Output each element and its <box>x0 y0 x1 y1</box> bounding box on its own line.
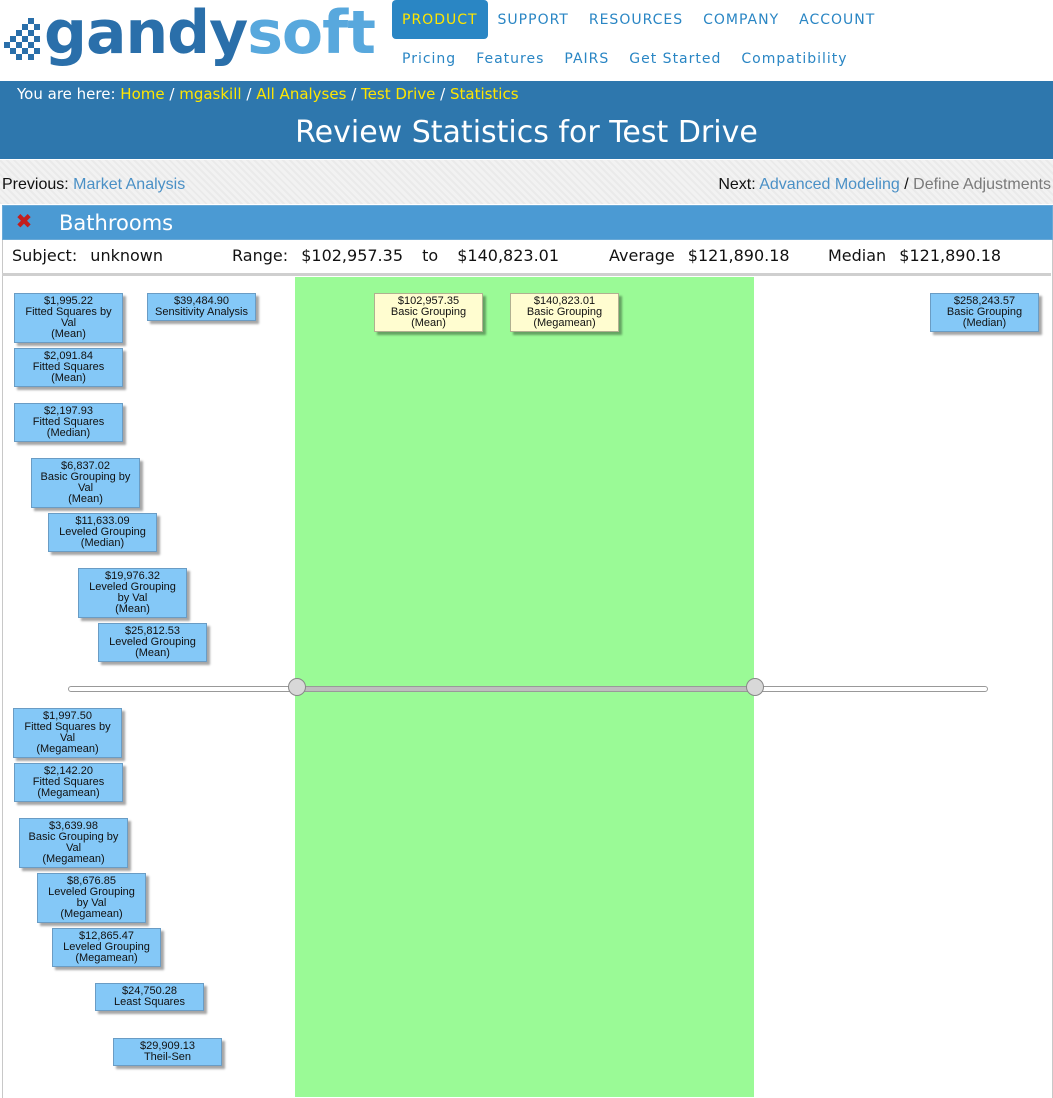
range-slider-low-handle[interactable] <box>288 678 306 696</box>
next-nav: Next: Advanced Modeling / Define Adjustm… <box>718 176 1051 193</box>
value-label[interactable]: $12,865.47 Leveled Grouping (Megamean) <box>52 928 161 967</box>
value-label[interactable]: $6,837.02 Basic Grouping by Val (Mean) <box>31 458 140 508</box>
subject-label: Subject: <box>12 246 78 265</box>
logo-grid-icon <box>4 18 40 60</box>
subnav-get-started[interactable]: Get Started <box>619 48 731 70</box>
value-label[interactable]: $1,995.22 Fitted Squares by Val (Mean) <box>14 293 123 343</box>
value-label[interactable]: $8,676.85 Leveled Grouping by Val (Megamea… <box>37 873 146 923</box>
subject-stat: Subject: unknown <box>12 246 163 265</box>
subnav-pricing[interactable]: Pricing <box>392 48 466 70</box>
nav-company[interactable]: COMPANY <box>693 0 789 39</box>
nav-account[interactable]: ACCOUNT <box>789 0 885 39</box>
nav-resources[interactable]: RESOURCES <box>579 0 693 39</box>
breadcrumb-statistics[interactable]: Statistics <box>450 85 519 103</box>
sub-nav: Pricing Features PAIRS Get Started Compa… <box>392 48 858 70</box>
value-label[interactable]: $29,909.13 Theil-Sen <box>113 1038 222 1066</box>
nav-support[interactable]: SUPPORT <box>488 0 579 39</box>
value-label[interactable]: $19,976.32 Leveled Grouping by Val (Mean) <box>78 568 187 618</box>
close-icon[interactable]: ✖ <box>15 211 33 231</box>
next-link[interactable]: Advanced Modeling <box>759 176 900 193</box>
breadcrumb-prefix: You are here: <box>17 85 116 103</box>
panel-header: ✖ Bathrooms <box>2 205 1053 240</box>
next-define-adjustments: Define Adjustments <box>913 176 1051 193</box>
value-label[interactable]: $2,197.93 Fitted Squares (Median) <box>14 403 123 442</box>
breadcrumb-all-analyses[interactable]: All Analyses <box>256 85 346 103</box>
breadcrumb-user[interactable]: mgaskill <box>179 85 241 103</box>
subject-value: unknown <box>90 246 163 265</box>
range-low: $102,957.35 <box>301 246 403 265</box>
range-label: Range: <box>232 246 289 265</box>
breadcrumb-test-drive[interactable]: Test Drive <box>361 85 435 103</box>
subnav-pairs[interactable]: PAIRS <box>554 48 619 70</box>
stats-row: Subject: unknown Range: $102,957.35 to $… <box>2 239 1051 276</box>
range-high: $140,823.01 <box>457 246 560 265</box>
gandysoft-logo[interactable]: gandysoft <box>0 0 380 66</box>
value-label[interactable]: $24,750.28 Least Squares <box>95 983 204 1011</box>
subnav-features[interactable]: Features <box>466 48 554 70</box>
nav-product[interactable]: PRODUCT <box>392 0 488 39</box>
previous-link[interactable]: Market Analysis <box>73 176 185 193</box>
previous-nav: Previous: Market Analysis <box>2 176 185 194</box>
value-label[interactable]: $140,823.01 Basic Grouping (Megamean) <box>510 293 619 332</box>
average-stat: Average $121,890.18 <box>609 246 790 265</box>
top-bar: gandysoft PRODUCT SUPPORT RESOURCES COMP… <box>0 0 1053 81</box>
breadcrumb: You are here: Home / mgaskill / All Anal… <box>17 85 519 103</box>
median-stat: Median $121,890.18 <box>828 246 1001 265</box>
range-slider-high-handle[interactable] <box>746 678 764 696</box>
next-label: Next: <box>718 176 756 193</box>
value-label[interactable]: $39,484.90 Sensitivity Analysis <box>147 293 256 321</box>
main-nav: PRODUCT SUPPORT RESOURCES COMPANY ACCOUN… <box>392 0 885 39</box>
value-label[interactable]: $25,812.53 Leveled Grouping (Mean) <box>98 623 207 662</box>
median-label: Median <box>828 246 887 265</box>
median-value: $121,890.18 <box>899 246 1002 265</box>
range-to: to <box>422 246 439 265</box>
panel-title: Bathrooms <box>59 211 174 235</box>
page-title: Review Statistics for Test Drive <box>295 115 758 150</box>
range-slider-fill <box>297 686 755 692</box>
breadcrumb-home[interactable]: Home <box>120 85 164 103</box>
subnav-compatibility[interactable]: Compatibility <box>731 48 857 70</box>
value-label[interactable]: $102,957.35 Basic Grouping (Mean) <box>374 293 483 332</box>
value-label[interactable]: $2,142.20 Fitted Squares (Megamean) <box>14 763 123 802</box>
range-stat: Range: $102,957.35 to $140,823.01 <box>232 246 559 265</box>
value-label[interactable]: $258,243.57 Basic Grouping (Median) <box>930 293 1039 332</box>
average-label: Average <box>609 246 675 265</box>
value-label[interactable]: $1,997.50 Fitted Squares by Val (Megamean) <box>13 708 122 758</box>
previous-label: Previous: <box>2 176 69 193</box>
value-label[interactable]: $3,639.98 Basic Grouping by Val (Megamean) <box>19 818 128 868</box>
average-value: $121,890.18 <box>687 246 790 265</box>
value-label[interactable]: $2,091.84 Fitted Squares (Mean) <box>14 348 123 387</box>
logo-wordmark: gandysoft <box>44 0 376 68</box>
value-label[interactable]: $11,633.09 Leveled Grouping (Median) <box>48 513 157 552</box>
